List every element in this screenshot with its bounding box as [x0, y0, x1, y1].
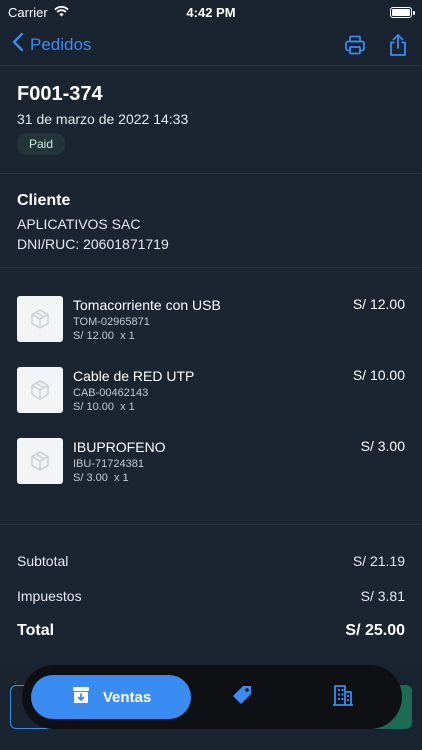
- client-name: APLICATIVOS SAC: [17, 216, 141, 232]
- tab-bar: Ventas: [22, 665, 402, 729]
- items-list: Tomacorriente con USB TOM-02965871 S/ 12…: [0, 270, 422, 525]
- tab-ventas-label: Ventas: [102, 688, 152, 706]
- total-value: S/ 25.00: [345, 621, 405, 639]
- tab-products[interactable]: [191, 675, 292, 719]
- item-qty: x 1: [120, 401, 135, 413]
- taxes-row: Impuestos S/ 3.81: [17, 578, 405, 613]
- item-unit-qty: S/ 12.00 x 1: [73, 330, 405, 342]
- tab-company[interactable]: [292, 675, 393, 719]
- chevron-left-icon: [12, 32, 24, 57]
- item-qty: x 1: [120, 330, 135, 342]
- item-sku: CAB-00462143: [73, 387, 149, 399]
- subtotal-value: S/ 21.19: [352, 552, 405, 569]
- nav-actions: [344, 33, 408, 57]
- total-label: Total: [17, 621, 55, 639]
- subtotal-row: Subtotal S/ 21.19: [17, 543, 405, 578]
- list-item[interactable]: Cable de RED UTP CAB-00462143 S/ 10.00 x…: [0, 367, 422, 438]
- battery-icon: [390, 6, 415, 18]
- item-sku: TOM-02965871: [73, 316, 150, 328]
- carrier-label: Carrier: [8, 4, 48, 20]
- taxes-label: Impuestos: [17, 587, 82, 604]
- client-section: Cliente APLICATIVOS SAC DNI/RUC: 2060187…: [0, 176, 422, 268]
- status-bar: Carrier 4:42 PM: [0, 0, 422, 24]
- item-unit-price: S/ 12.00: [73, 330, 114, 342]
- item-unit-qty: S/ 3.00 x 1: [73, 472, 405, 484]
- printer-icon[interactable]: [344, 34, 366, 56]
- tab-ventas[interactable]: Ventas: [31, 675, 191, 719]
- box-icon: [17, 296, 63, 342]
- share-icon[interactable]: [388, 33, 408, 57]
- order-date: 31 de marzo de 2022 14:33: [17, 111, 189, 127]
- order-number: F001-374: [17, 83, 103, 105]
- subtotal-label: Subtotal: [17, 552, 69, 569]
- totals-section: Subtotal S/ 21.19 Impuestos S/ 3.81 Tota…: [0, 527, 422, 665]
- item-name: IBUPROFENO: [73, 439, 166, 455]
- taxes-value: S/ 3.81: [360, 587, 405, 604]
- item-unit-price: S/ 3.00: [73, 472, 108, 484]
- list-item[interactable]: Tomacorriente con USB TOM-02965871 S/ 12…: [0, 296, 422, 367]
- item-price: S/ 10.00: [352, 367, 405, 383]
- bottom-area: Ventas: [0, 665, 422, 750]
- order-header: F001-374 31 de marzo de 2022 14:33 Paid: [0, 66, 422, 174]
- item-qty: x 1: [113, 472, 129, 484]
- archive-icon: [71, 685, 91, 709]
- back-label: Pedidos: [30, 34, 92, 54]
- item-info: IBUPROFENO IBU-71724381 S/ 3.00 x 1: [73, 438, 405, 509]
- building-icon: [332, 683, 354, 712]
- tag-icon: [230, 683, 254, 712]
- item-unit-price: S/ 10.00: [73, 401, 114, 413]
- item-sku: IBU-71724381: [73, 458, 144, 470]
- navigation-bar: Pedidos: [0, 24, 422, 66]
- box-icon: [17, 367, 63, 413]
- status-badge: Paid: [17, 133, 66, 155]
- item-price: S/ 12.00: [352, 296, 405, 312]
- wifi-icon: [54, 5, 69, 20]
- box-icon: [17, 438, 63, 484]
- status-left: Carrier: [8, 5, 69, 20]
- client-document: DNI/RUC: 20601871719: [17, 236, 169, 252]
- back-button[interactable]: Pedidos: [12, 32, 91, 57]
- item-unit-qty: S/ 10.00 x 1: [73, 401, 405, 413]
- total-row: Total S/ 25.00: [17, 613, 405, 648]
- item-price: S/ 3.00: [360, 438, 405, 454]
- list-item[interactable]: IBUPROFENO IBU-71724381 S/ 3.00 x 1 S/ 3…: [0, 438, 422, 509]
- client-title: Cliente: [17, 192, 71, 209]
